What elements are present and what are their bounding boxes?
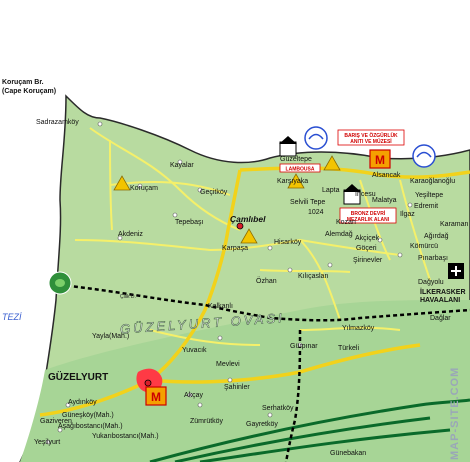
place-komurcu: Kömürcü [410,243,438,250]
place-gunebakan: Günebakan [330,450,366,457]
place-serhatkoy: Serhatköy [262,405,294,412]
place-akdeniz: Akdeniz [118,231,143,238]
place-ilkerasker: İLKERASKER [420,288,466,296]
place-korucam: Koruçam [130,185,158,192]
place-yukaribostanci: Yukarıbostancı(Mah.) [92,433,159,440]
place-cilik: Çilik D. [120,294,136,300]
place-akcicek: Akçiçek [355,235,380,242]
museum-label-1: BARIŞ VE ÖZGÜRLÜK [344,132,398,139]
svg-text:M: M [375,153,385,167]
place-yilmazkoy: Yılmazköy [342,325,375,332]
place-yayla: Yayla(Mah.) [92,333,129,340]
cemetery-label-1: BRONZ DEVRİ [351,210,386,217]
museum-M-icon[interactable]: M [145,386,167,406]
place-malatya: Malatya [372,197,397,204]
place-akcay: Akçay [184,392,204,399]
beach-umbrella-icon[interactable] [412,144,436,168]
turtle-icon[interactable] [48,271,72,295]
museum-box: BARIŞ VE ÖZGÜRLÜK ANITI VE MÜZESİ [337,129,405,146]
place-mevlevi: Mevlevi [216,361,240,368]
place-edremit: Edremit [414,203,438,210]
place-lapta: Lapta [322,187,340,194]
place-yesilyurt: Yeşilyurt [34,439,60,446]
place-karaoglanoglu: Karaoğlanoğlu [410,178,455,185]
place-karaman: Karaman [440,221,469,228]
place-guzeltepe: Güzeltepe [280,156,312,163]
map-svg: M M LAMBOUSA BARIŞ VE ÖZGÜRLÜK ANITI VE … [0,0,470,462]
map-canvas: M M LAMBOUSA BARIŞ VE ÖZGÜRLÜK ANITI VE … [0,0,470,462]
place-kozan: Kozan [336,219,356,226]
place-gecitkoy: Geçitköy [200,189,228,196]
town-camlibel: Çamlıbel [230,214,266,224]
place-tepebasi: Tepebaşı [175,219,203,226]
place-hisarkoy: Hisarköy [274,239,302,246]
airport-icon[interactable] [448,263,464,279]
place-yuvacik: Yuvacık [182,347,207,354]
place-kilicaslan: Kılıçaslan [298,273,328,280]
place-alsancak: Alsancak [372,172,401,179]
place-ozhan: Özhan [256,277,277,285]
lambousa-box: LAMBOUSA [279,163,321,173]
place-kayalar: Kayalar [170,162,194,169]
sea-label: TEZİ [2,312,22,322]
place-sirinevler: Şirinevler [353,257,383,264]
museum-label-2: ANITI VE MÜZESİ [350,138,392,145]
place-pinarbasi: Pınarbaşı [418,255,448,262]
place-agirdag: Ağırdağ [424,233,449,240]
place-sahinler: Şahinler [224,384,250,391]
place-gaziveren: Gaziveren [40,418,72,425]
museum-M-icon[interactable]: M [369,149,391,169]
place-gurpinar: Gürpınar [290,343,318,350]
place-dagyolu: Dağyolu [418,279,444,286]
place-gayretkoy: Gayretköy [246,421,278,428]
watermark: MAP-SITE.COM [449,367,461,460]
svg-text:M: M [151,390,161,404]
place-incesu: İncesu [355,189,376,198]
place-karsiyaka: Karşıyaka [277,178,308,185]
place-zumrutkoy: Zümrütköy [190,418,224,425]
place-aydinkoy: Aydınköy [68,399,97,406]
town-guzelyurt: GÜZELYURT [48,370,108,383]
place-karpasa: Karpaşa [222,245,248,252]
cape-label-2: (Cape Koruçam) [2,88,56,95]
place-yesiltepe: Yeşiltepe [415,192,443,199]
place-havaalani: HAVAALANI [420,297,460,304]
place-sadrazamkoy: Sadrazamköy [36,119,79,126]
place-goceri: Göçeri [356,245,377,252]
place-selvili-tepe: Selvili Tepe [290,199,325,206]
guzelyurt-marker [144,379,152,387]
lambousa-label: LAMBOUSA [286,167,315,173]
place-peak-height: 1024 [308,209,324,216]
place-kalkanli: Kalkanlı [208,303,233,310]
place-alemdag: Alemdağ [325,231,353,238]
place-ilgaz: Ilgaz [400,211,415,218]
cape-label-1: Koruçam Br. [2,79,44,86]
place-turkeli: Türkeli [338,345,359,352]
place-daglar: Dağlar [430,315,451,322]
beach-umbrella-icon[interactable] [304,126,328,150]
